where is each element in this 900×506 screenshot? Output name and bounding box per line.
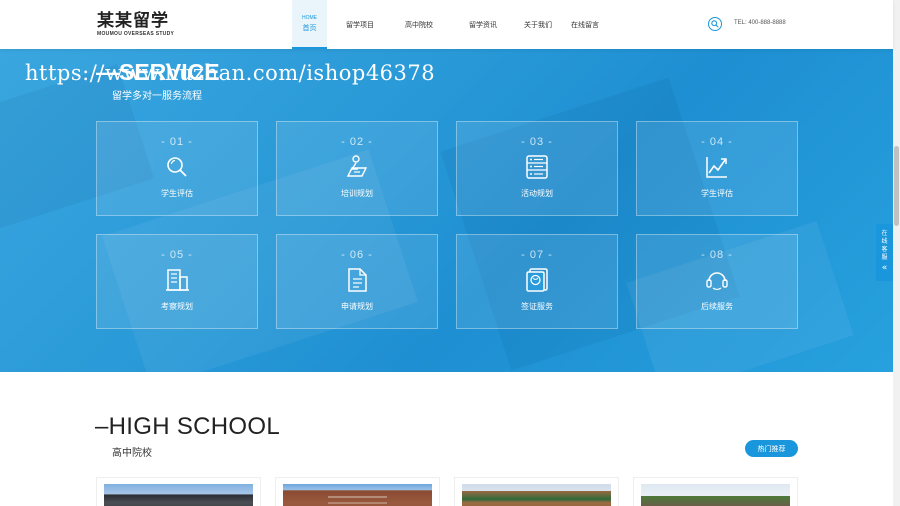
chart-icon <box>704 154 730 180</box>
service-card[interactable]: - 06 - 申请规划 <box>276 234 438 329</box>
logo-text: 某某留学 <box>97 11 169 31</box>
support-icon <box>704 267 730 293</box>
service-subtitle: 留学多对一服务流程 <box>112 91 202 102</box>
nav-item-label: 留学项目 <box>346 20 374 29</box>
school-photo <box>462 484 611 506</box>
nav-item-label: 在线留言 <box>571 20 599 29</box>
service-card[interactable]: - 05 - 考察规划 <box>96 234 258 329</box>
nav-item-home[interactable]: HOME 首页 <box>292 0 327 49</box>
service-card-label: 考察规划 <box>161 302 193 311</box>
service-card-number: - 08 - <box>701 249 733 261</box>
service-card[interactable]: - 03 - 活动规划 <box>456 121 618 216</box>
main-nav: HOME 首页 留学项目 高中院校 留学资讯 关于我们 在线留言 <box>292 0 615 49</box>
passport-icon <box>524 267 550 293</box>
online-service-char: 线 <box>881 238 888 245</box>
service-card-label: 活动规划 <box>521 189 553 198</box>
double-chevron-left-icon: « <box>881 263 888 273</box>
logo-subtext: MOUMOU OVERSEAS STUDY <box>97 31 175 37</box>
site-header: 某某留学 MOUMOU OVERSEAS STUDY HOME 首页 留学项目 … <box>0 0 893 49</box>
service-card[interactable]: - 07 - 签证服务 <box>456 234 618 329</box>
search-icon[interactable] <box>708 17 722 31</box>
watermark-text: https://www.huzhan.com/ishop46378 <box>25 61 436 85</box>
phone-number: TEL: 400-888-8888 <box>734 20 786 26</box>
service-section: —SERVICE https://www.huzhan.com/ishop463… <box>0 49 893 372</box>
nav-item-message[interactable]: 在线留言 <box>555 0 615 49</box>
service-card-number: - 03 - <box>521 136 553 148</box>
nav-item-news[interactable]: 留学资讯 <box>445 0 521 49</box>
school-photo <box>283 484 432 506</box>
study-icon <box>344 154 370 180</box>
online-service-char: 在 <box>881 230 888 237</box>
school-card[interactable] <box>633 477 798 506</box>
nav-item-about[interactable]: 关于我们 <box>521 0 555 49</box>
nav-item-label: 高中院校 <box>405 20 433 29</box>
nav-item-high-schools[interactable]: 高中院校 <box>393 0 445 49</box>
list-icon <box>524 154 550 180</box>
document-icon <box>344 267 370 293</box>
online-service-char: 服 <box>881 254 888 261</box>
service-card-number: - 02 - <box>341 136 373 148</box>
highschool-subtitle: 高中院校 <box>112 448 152 459</box>
nav-item-en-label: HOME <box>302 14 317 21</box>
nav-item-label: 关于我们 <box>524 20 552 29</box>
online-service-char: 客 <box>881 246 888 253</box>
service-card-label: 学生评估 <box>161 189 193 198</box>
highschool-title: –HIGH SCHOOL <box>95 413 280 440</box>
service-card-number: - 06 - <box>341 249 373 261</box>
service-card-label: 培训规划 <box>341 189 373 198</box>
nav-item-label: 首页 <box>302 23 317 32</box>
service-card[interactable]: - 08 - 后续服务 <box>636 234 798 329</box>
service-card-label: 签证服务 <box>521 302 553 311</box>
scrollbar-thumb[interactable] <box>894 146 899 226</box>
nav-item-label: 留学资讯 <box>469 20 497 29</box>
service-card[interactable]: - 04 - 学生评估 <box>636 121 798 216</box>
school-photo <box>104 484 253 506</box>
school-list <box>96 477 799 506</box>
building-icon <box>164 267 190 293</box>
school-card[interactable] <box>275 477 440 506</box>
nav-item-programs[interactable]: 留学项目 <box>327 0 393 49</box>
search-icon <box>164 154 190 180</box>
service-card-number: - 04 - <box>701 136 733 148</box>
service-card-number: - 07 - <box>521 249 553 261</box>
school-card[interactable] <box>454 477 619 506</box>
page-scrollbar[interactable] <box>893 0 900 506</box>
online-service-tab[interactable]: 在 线 客 服 « <box>876 224 893 281</box>
service-card-number: - 05 - <box>161 249 193 261</box>
hot-recommend-button[interactable]: 热门推荐 <box>745 440 798 457</box>
site-logo[interactable]: 某某留学 MOUMOU OVERSEAS STUDY <box>97 11 174 37</box>
service-card-label: 后续服务 <box>701 302 733 311</box>
service-card-number: - 01 - <box>161 136 193 148</box>
school-card[interactable] <box>96 477 261 506</box>
school-photo <box>641 484 790 506</box>
service-card[interactable]: - 02 - 培训规划 <box>276 121 438 216</box>
service-card-label: 学生评估 <box>701 189 733 198</box>
service-grid: - 01 - 学生评估 - 02 - 培训规划 - 03 - 活动规划 - 04… <box>96 121 799 329</box>
service-card-label: 申请规划 <box>341 302 373 311</box>
service-card[interactable]: - 01 - 学生评估 <box>96 121 258 216</box>
